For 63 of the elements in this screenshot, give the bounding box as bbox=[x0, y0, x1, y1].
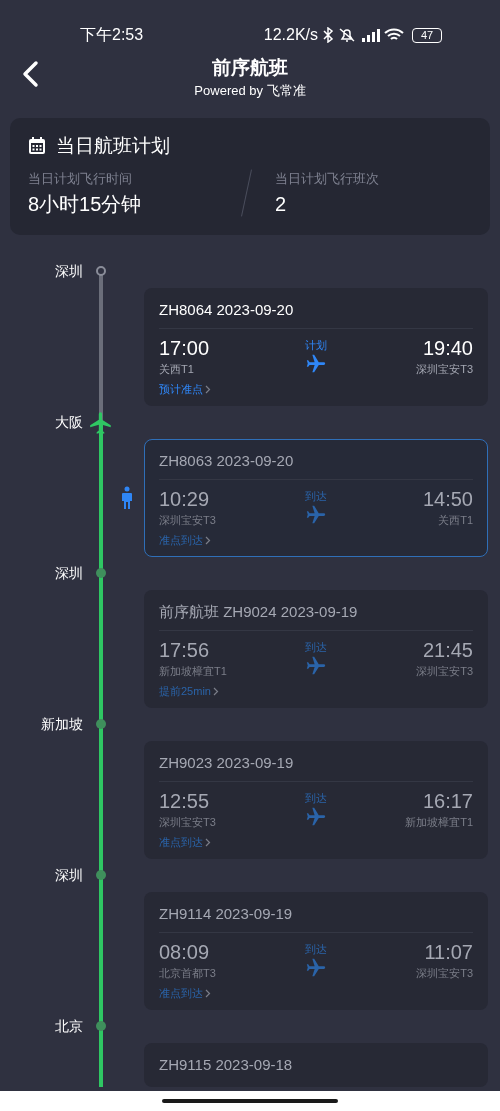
stat-label: 当日计划飞行班次 bbox=[275, 169, 380, 188]
stop-name: 深圳 bbox=[54, 564, 83, 583]
status-link[interactable]: 预计准点 bbox=[159, 381, 211, 397]
departure-airport: 新加坡樟宜T1 bbox=[159, 664, 227, 679]
flight-title: ZH8063 2023-09-20 bbox=[159, 451, 473, 480]
flight-status: 到达 bbox=[305, 640, 327, 655]
chevron-right-icon bbox=[212, 686, 219, 696]
arrival-airport: 关西T1 bbox=[438, 513, 473, 528]
arrival-airport: 深圳宝安T3 bbox=[416, 362, 473, 377]
arrival-time: 14:50 bbox=[422, 487, 473, 512]
departure-airport: 深圳宝安T3 bbox=[159, 815, 216, 830]
departure-time: 08:09 bbox=[159, 940, 210, 965]
flight-status: 到达 bbox=[305, 791, 327, 806]
network-speed: 12.2K/s bbox=[263, 25, 318, 45]
flight-card[interactable]: ZH8063 2023-09-20 10:29 深圳宝安T3 准点到达 到达 14:50 关西T1 bbox=[144, 439, 488, 557]
page-subtitle: Powered by 飞常准 bbox=[194, 82, 306, 100]
status-time: 下午2:53 bbox=[80, 25, 145, 45]
flight-title: ZH9114 2023-09-19 bbox=[159, 904, 473, 933]
chevron-right-icon bbox=[205, 988, 211, 998]
arrival-time: 19:40 bbox=[422, 336, 473, 361]
departure-airport: 关西T1 bbox=[159, 362, 194, 377]
departure-time: 17:00 bbox=[159, 336, 210, 361]
flight-title: ZH8064 2023-09-20 bbox=[159, 300, 473, 329]
arrival-airport: 深圳宝安T3 bbox=[416, 966, 473, 981]
flight-card[interactable]: ZH9114 2023-09-19 08:09 北京首都T3 准点到达 到达 11:07 深圳宝安T3 bbox=[144, 892, 488, 1010]
arrival-time: 11:07 bbox=[424, 940, 473, 965]
departure-airport: 深圳宝安T3 bbox=[159, 513, 216, 528]
stat-label: 当日计划飞行时间 bbox=[28, 169, 133, 188]
stop-name: 大阪 bbox=[54, 413, 83, 432]
flight-title: ZH9115 2023-09-18 bbox=[159, 1055, 294, 1075]
flight-card[interactable]: 前序航班 ZH9024 2023-09-19 17:56 新加坡樟宜T1 提前25min 到达 21:45 深圳宝安T3 bbox=[144, 590, 488, 708]
flight-status: 计划 bbox=[305, 338, 327, 353]
stop-name: 深圳 bbox=[54, 866, 83, 885]
battery-indicator: 47 bbox=[412, 27, 442, 43]
chevron-right-icon bbox=[205, 837, 211, 847]
departure-time: 12:55 bbox=[159, 789, 210, 814]
chevron-right-icon bbox=[205, 535, 211, 545]
arrival-airport: 深圳宝安T3 bbox=[416, 664, 473, 679]
flight-status: 到达 bbox=[305, 942, 327, 957]
page-title: 前序航班 bbox=[212, 56, 288, 80]
flight-title: 前序航班 ZH9024 2023-09-19 bbox=[159, 602, 473, 631]
chevron-right-icon bbox=[205, 384, 211, 394]
departure-time: 17:56 bbox=[159, 638, 210, 663]
flight-card[interactable]: ZH9115 2023-09-18 bbox=[144, 1043, 488, 1087]
signal-icon bbox=[360, 27, 380, 43]
bluetooth-icon bbox=[322, 27, 334, 43]
stop-name: 北京 bbox=[54, 1017, 83, 1036]
departure-time: 10:29 bbox=[159, 487, 210, 512]
stop-name: 新加坡 bbox=[40, 715, 83, 734]
muted-bell-icon bbox=[338, 27, 356, 43]
arrival-time: 16:17 bbox=[422, 789, 473, 814]
summary-title: 当日航班计划 bbox=[56, 134, 170, 158]
stat-value: 2 bbox=[275, 191, 288, 217]
stat-value: 8小时15分钟 bbox=[28, 191, 143, 217]
flight-status: 到达 bbox=[305, 489, 327, 504]
arrival-airport: 新加坡樟宜T1 bbox=[405, 815, 473, 830]
departure-airport: 北京首都T3 bbox=[159, 966, 216, 981]
flight-card[interactable]: ZH8064 2023-09-20 17:00 关西T1 预计准点 计划 19:40 深圳宝安T3 bbox=[144, 288, 488, 406]
stop-name: 深圳 bbox=[54, 262, 83, 281]
flight-title: ZH9023 2023-09-19 bbox=[159, 753, 473, 782]
arrival-time: 21:45 bbox=[422, 638, 473, 663]
calendar-icon bbox=[28, 137, 46, 156]
flight-card[interactable]: ZH9023 2023-09-19 12:55 深圳宝安T3 准点到达 到达 16:17 新加坡樟宜T1 bbox=[144, 741, 488, 859]
